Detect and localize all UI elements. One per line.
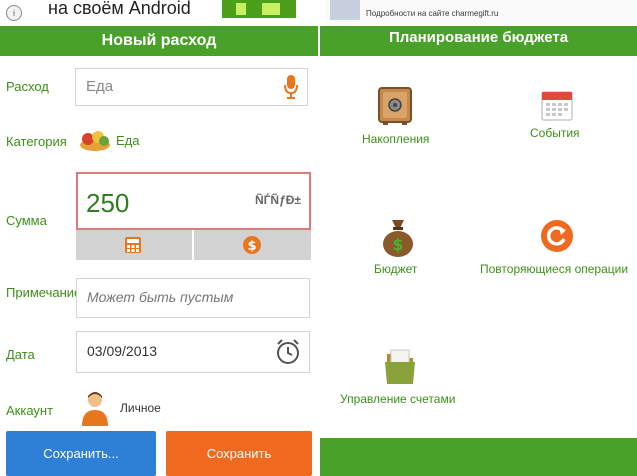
calculator-button[interactable] [76, 230, 192, 260]
calendar-icon [541, 91, 573, 121]
folder-icon [385, 349, 415, 384]
category-label: Категория [6, 134, 67, 149]
ad-left-text: на своём Android [48, 0, 191, 18]
date-value: 03/09/2013 [87, 343, 158, 359]
calculator-icon [125, 237, 141, 253]
tile-account-management-label: Управление счетами [340, 392, 456, 406]
currency-button[interactable]: $ [194, 230, 311, 260]
money-bag-icon: $ [383, 220, 413, 257]
user-avatar-icon[interactable] [80, 390, 110, 426]
safe-icon [378, 87, 412, 125]
tile-events-label: События [530, 126, 580, 140]
date-label: Дата [6, 347, 35, 362]
note-placeholder: Может быть пустым [87, 289, 234, 305]
save-more-button[interactable]: Сохранить... [6, 431, 156, 476]
note-field[interactable]: Может быть пустым [76, 278, 310, 318]
expense-label: Расход [6, 79, 49, 94]
svg-text:$: $ [392, 235, 403, 254]
tile-events[interactable]: События [520, 84, 610, 154]
new-expense-panel: Новый расход Расход Еда Категория Еда Су… [0, 26, 318, 476]
microphone-icon[interactable] [283, 74, 299, 100]
tile-recurring-operations[interactable]: Повторяющиеся операции [478, 214, 637, 284]
tile-budget[interactable]: $ Бюджет [360, 214, 440, 284]
tile-savings[interactable]: Накопления [350, 84, 440, 154]
food-icon[interactable] [78, 127, 112, 153]
ad-thumbnail [330, 0, 360, 20]
ad-banner[interactable]: i на своём Android Подробности на сайте … [0, 0, 637, 26]
ad-graphic-icon [222, 0, 296, 18]
new-expense-title: Новый расход [0, 26, 318, 56]
budget-planning-panel: Планирование бюджета Накопления События [320, 26, 637, 476]
alarm-clock-icon[interactable] [275, 338, 301, 366]
repeat-icon [541, 220, 573, 252]
save-button[interactable]: Сохранить [166, 431, 312, 476]
tile-recurring-operations-label: Повторяющиеся операции [480, 262, 629, 276]
sum-value: 250 [86, 188, 130, 218]
budget-planning-title: Планирование бюджета [320, 26, 637, 56]
category-value[interactable]: Еда [116, 133, 140, 148]
tile-savings-label: Накопления [362, 132, 430, 146]
svg-text:$: $ [247, 239, 256, 254]
ad-right-text: Подробности на сайте charmegift.ru [366, 9, 499, 18]
expense-field[interactable]: Еда [75, 68, 308, 106]
note-label: Примечание [6, 285, 82, 300]
sum-label: Сумма [6, 213, 47, 228]
dollar-coin-icon: $ [243, 236, 261, 254]
date-field[interactable]: 03/09/2013 [76, 331, 310, 373]
ad-left[interactable]: i на своём Android [0, 0, 320, 26]
sum-buttons: $ [76, 230, 311, 260]
account-label: Аккаунт [6, 403, 54, 418]
account-value[interactable]: Личное [120, 401, 161, 415]
expense-value: Еда [86, 78, 114, 95]
tile-account-management[interactable]: Управление счетами [338, 344, 468, 414]
tile-budget-label: Бюджет [374, 262, 418, 276]
ad-right[interactable]: Подробности на сайте charmegift.ru [326, 0, 637, 26]
sum-input[interactable]: 250 ÑЃÑƒÐ± [76, 172, 311, 230]
ad-info-icon[interactable]: i [6, 5, 22, 21]
currency-text: ÑЃÑƒÐ± [254, 193, 301, 207]
bottom-bar [320, 438, 637, 476]
